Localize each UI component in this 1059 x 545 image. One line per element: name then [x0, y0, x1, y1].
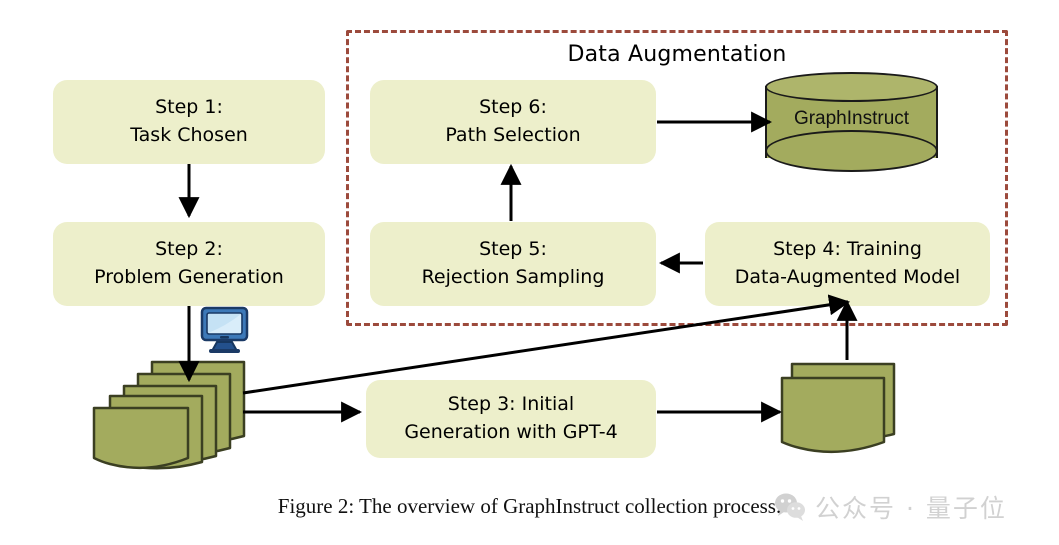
graphinstruct-datastore[interactable]: GraphInstruct: [765, 72, 938, 172]
step-3-line-2: Generation with GPT-4: [404, 421, 618, 443]
generated-document-stack[interactable]: [778, 360, 903, 460]
generated-stack-shapes: [780, 362, 896, 454]
step-2-line-1: Step 2:: [155, 238, 223, 261]
step-6-line-2: Path Selection: [445, 124, 581, 146]
cylinder-bottom-ellipse: [765, 130, 938, 172]
step-1-box[interactable]: Step 1: Task Chosen: [53, 80, 325, 164]
step-6-line-1: Step 6:: [479, 96, 547, 119]
step-4-line-1: Step 4: Training: [773, 238, 922, 261]
data-augmentation-title: Data Augmentation: [567, 42, 787, 67]
figure-container: Data Augmentation Step 1: Task Chosen St…: [0, 0, 1059, 545]
step-2-box[interactable]: Step 2: Problem Generation: [53, 222, 325, 306]
problem-document-stack[interactable]: [88, 358, 258, 473]
graphinstruct-label: GraphInstruct: [793, 108, 910, 129]
step-3-box[interactable]: Step 3: Initial Generation with GPT-4: [366, 380, 656, 458]
computer-monitor-icon: [199, 306, 251, 354]
step-3-line-1: Step 3: Initial: [447, 393, 575, 416]
step-5-line-1: Step 5:: [479, 238, 547, 261]
monitor-glyph: [200, 306, 249, 353]
step-5-box[interactable]: Step 5: Rejection Sampling: [370, 222, 656, 306]
step-5-line-2: Rejection Sampling: [421, 266, 605, 288]
document-stack-shapes: [92, 360, 246, 470]
step-4-box[interactable]: Step 4: Training Data-Augmented Model: [705, 222, 990, 306]
step-6-box[interactable]: Step 6: Path Selection: [370, 80, 656, 164]
step-4-line-2: Data-Augmented Model: [734, 266, 961, 288]
step-1-line-1: Step 1:: [155, 96, 223, 119]
cylinder-top-ellipse: [765, 72, 938, 102]
figure-caption: Figure 2: The overview of GraphInstruct …: [277, 494, 782, 518]
step-2-line-2: Problem Generation: [94, 266, 284, 288]
step-1-line-2: Task Chosen: [130, 124, 248, 146]
